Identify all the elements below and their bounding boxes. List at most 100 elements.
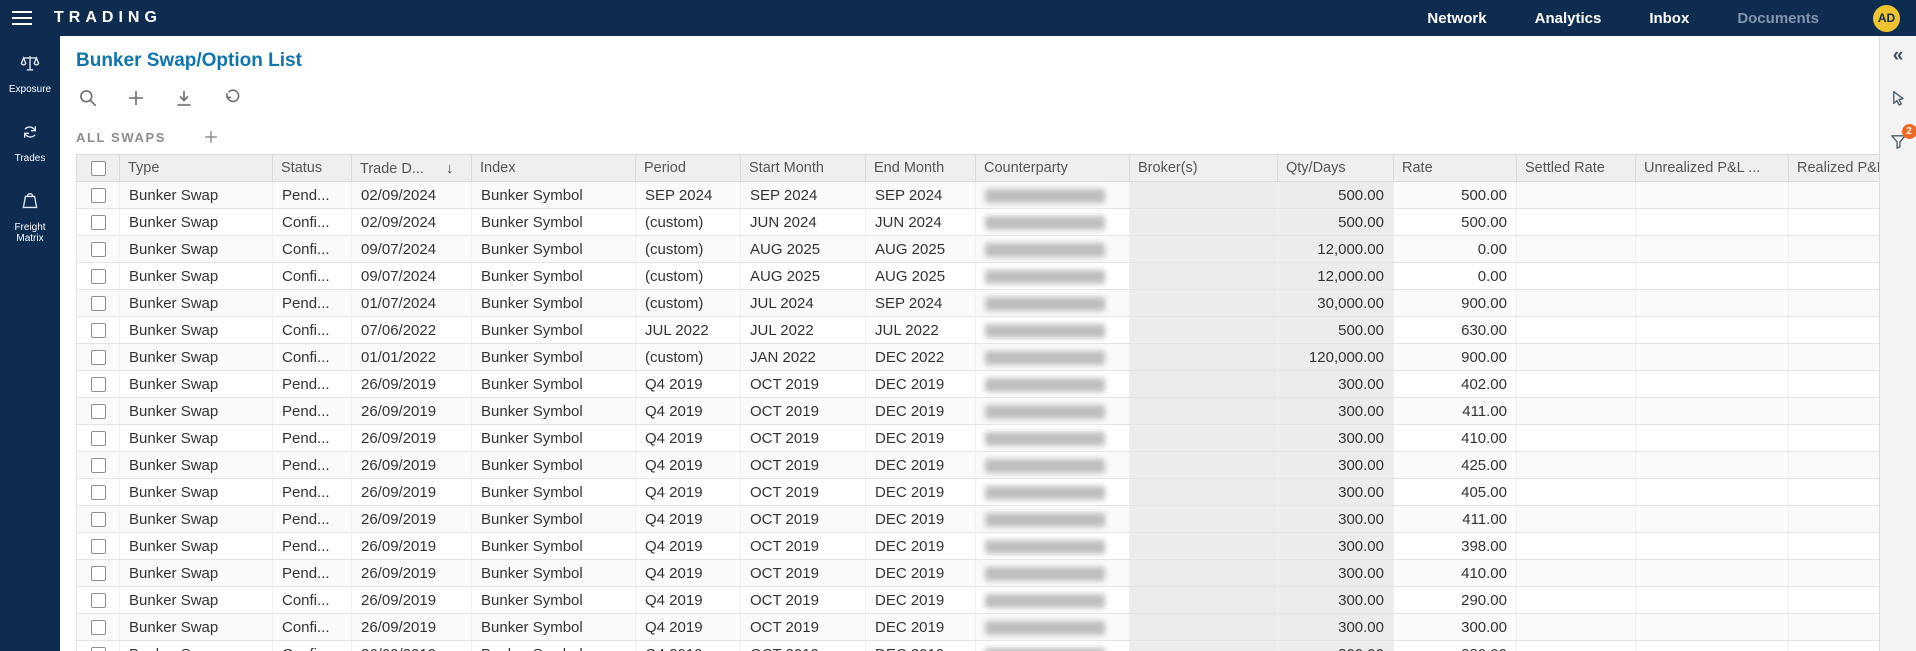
row-checkbox[interactable] xyxy=(91,620,106,635)
col-header-brokers[interactable]: Broker(s) xyxy=(1130,155,1278,182)
col-header-end-month[interactable]: End Month xyxy=(866,155,976,182)
settled-cell xyxy=(1517,452,1636,479)
row-checkbox[interactable] xyxy=(91,539,106,554)
broker-cell xyxy=(1130,236,1278,263)
date-cell: 09/07/2024 xyxy=(352,263,472,290)
counterparty-cell xyxy=(976,560,1130,587)
pointer-icon[interactable] xyxy=(1887,87,1910,110)
upl-cell xyxy=(1636,398,1789,425)
select-all-cell[interactable] xyxy=(77,155,120,182)
col-header-rate[interactable]: Rate xyxy=(1394,155,1517,182)
col-header-start-month[interactable]: Start Month xyxy=(741,155,866,182)
upl-cell xyxy=(1636,425,1789,452)
row-select-cell xyxy=(77,479,120,506)
table-row[interactable]: Bunker SwapConfi...26/09/2019Bunker Symb… xyxy=(77,587,1880,614)
table-row[interactable]: Bunker SwapConfi...02/09/2024Bunker Symb… xyxy=(77,209,1880,236)
table-row[interactable]: Bunker SwapConfi...01/01/2022Bunker Symb… xyxy=(77,344,1880,371)
collapse-panel-icon[interactable]: « xyxy=(1891,44,1906,67)
row-checkbox[interactable] xyxy=(91,377,106,392)
nav-item-inbox[interactable]: Inbox xyxy=(1649,10,1689,27)
period-cell: Q4 2019 xyxy=(636,533,741,560)
index-cell: Bunker Symbol xyxy=(472,398,636,425)
row-checkbox[interactable] xyxy=(91,242,106,257)
nav-item-network[interactable]: Network xyxy=(1427,10,1486,27)
table-row[interactable]: Bunker SwapConfi...09/07/2024Bunker Symb… xyxy=(77,236,1880,263)
row-checkbox[interactable] xyxy=(91,296,106,311)
col-header-status[interactable]: Status xyxy=(273,155,352,182)
upl-cell xyxy=(1636,587,1789,614)
row-checkbox[interactable] xyxy=(91,350,106,365)
period-cell: (custom) xyxy=(636,263,741,290)
table-row[interactable]: Bunker SwapPend...26/09/2019Bunker Symbo… xyxy=(77,560,1880,587)
col-header-period[interactable]: Period xyxy=(636,155,741,182)
sidebar-item-freight-matrix[interactable]: Freight Matrix xyxy=(2,190,58,245)
nav-item-analytics[interactable]: Analytics xyxy=(1535,10,1602,27)
qty-cell: 300.00 xyxy=(1278,641,1394,651)
row-checkbox[interactable] xyxy=(91,323,106,338)
start-cell: OCT 2019 xyxy=(741,452,866,479)
table-row[interactable]: Bunker SwapPend...26/09/2019Bunker Symbo… xyxy=(77,479,1880,506)
row-checkbox[interactable] xyxy=(91,404,106,419)
col-header-counterparty[interactable]: Counterparty xyxy=(976,155,1130,182)
row-checkbox[interactable] xyxy=(91,188,106,203)
sort-desc-icon[interactable]: ↓ xyxy=(446,160,454,177)
start-cell: OCT 2019 xyxy=(741,425,866,452)
upl-cell xyxy=(1636,452,1789,479)
row-checkbox[interactable] xyxy=(91,485,106,500)
table-row[interactable]: Bunker SwapPend...26/09/2019Bunker Symbo… xyxy=(77,425,1880,452)
table-row[interactable]: Bunker SwapPend...26/09/2019Bunker Symbo… xyxy=(77,506,1880,533)
row-checkbox[interactable] xyxy=(91,269,106,284)
date-cell: 26/09/2019 xyxy=(352,371,472,398)
upl-cell xyxy=(1636,209,1789,236)
tab-all-swaps[interactable]: ALL SWAPS xyxy=(76,130,166,145)
col-header-unrealized-pl[interactable]: Unrealized P&L ... xyxy=(1636,155,1789,182)
table-row[interactable]: Bunker SwapConfi...07/06/2022Bunker Symb… xyxy=(77,317,1880,344)
broker-cell xyxy=(1130,533,1278,560)
qty-cell: 300.00 xyxy=(1278,560,1394,587)
status-cell: Pend... xyxy=(273,290,352,317)
download-icon[interactable] xyxy=(172,86,196,110)
col-header-qty-days[interactable]: Qty/Days xyxy=(1278,155,1394,182)
col-header-trade-date[interactable]: Trade D...↓ xyxy=(352,155,472,182)
table-row[interactable]: Bunker SwapPend...26/09/2019Bunker Symbo… xyxy=(77,452,1880,479)
table-row[interactable]: Bunker SwapPend...26/09/2019Bunker Symbo… xyxy=(77,533,1880,560)
sidebar-item-exposure[interactable]: Exposure xyxy=(2,52,58,95)
add-icon[interactable] xyxy=(124,86,148,110)
row-checkbox[interactable] xyxy=(91,431,106,446)
table-row[interactable]: Bunker SwapPend...01/07/2024Bunker Symbo… xyxy=(77,290,1880,317)
add-tab-icon[interactable] xyxy=(200,126,222,148)
col-header-type[interactable]: Type xyxy=(120,155,273,182)
filter-icon[interactable]: 2 xyxy=(1887,130,1910,153)
main-content: Bunker Swap/Option List ALL SWAPS xyxy=(60,36,1879,651)
row-checkbox[interactable] xyxy=(91,215,106,230)
table-row[interactable]: Bunker SwapPend...02/09/2024Bunker Symbo… xyxy=(77,182,1880,209)
user-avatar[interactable]: AD xyxy=(1873,5,1900,32)
menu-icon[interactable] xyxy=(12,8,38,28)
upl-cell xyxy=(1636,344,1789,371)
search-icon[interactable] xyxy=(76,86,100,110)
table-row[interactable]: Bunker SwapPend...26/09/2019Bunker Symbo… xyxy=(77,371,1880,398)
nav-item-documents[interactable]: Documents xyxy=(1737,10,1819,27)
broker-cell xyxy=(1130,344,1278,371)
col-header-settled-rate[interactable]: Settled Rate xyxy=(1517,155,1636,182)
table-row[interactable]: Bunker SwapPend...26/09/2019Bunker Symbo… xyxy=(77,398,1880,425)
row-checkbox[interactable] xyxy=(91,566,106,581)
sidebar-item-trades[interactable]: Trades xyxy=(2,121,58,164)
reset-icon[interactable] xyxy=(220,86,244,110)
broker-cell xyxy=(1130,425,1278,452)
row-checkbox[interactable] xyxy=(91,458,106,473)
select-all-checkbox[interactable] xyxy=(91,161,106,176)
table-row[interactable]: Bunker SwapConfi...26/09/2019Bunker Symb… xyxy=(77,641,1880,651)
row-checkbox[interactable] xyxy=(91,512,106,527)
col-header-index[interactable]: Index xyxy=(472,155,636,182)
row-checkbox[interactable] xyxy=(91,593,106,608)
start-cell: OCT 2019 xyxy=(741,371,866,398)
row-checkbox[interactable] xyxy=(91,647,106,651)
col-header-realized-pl[interactable]: Realized P&L xyxy=(1789,155,1880,182)
index-cell: Bunker Symbol xyxy=(472,236,636,263)
rate-cell: 405.00 xyxy=(1394,479,1517,506)
table-row[interactable]: Bunker SwapConfi...26/09/2019Bunker Symb… xyxy=(77,614,1880,641)
table-row[interactable]: Bunker SwapConfi...09/07/2024Bunker Symb… xyxy=(77,263,1880,290)
rpl-cell xyxy=(1789,587,1880,614)
redacted-counterparty xyxy=(985,486,1105,500)
